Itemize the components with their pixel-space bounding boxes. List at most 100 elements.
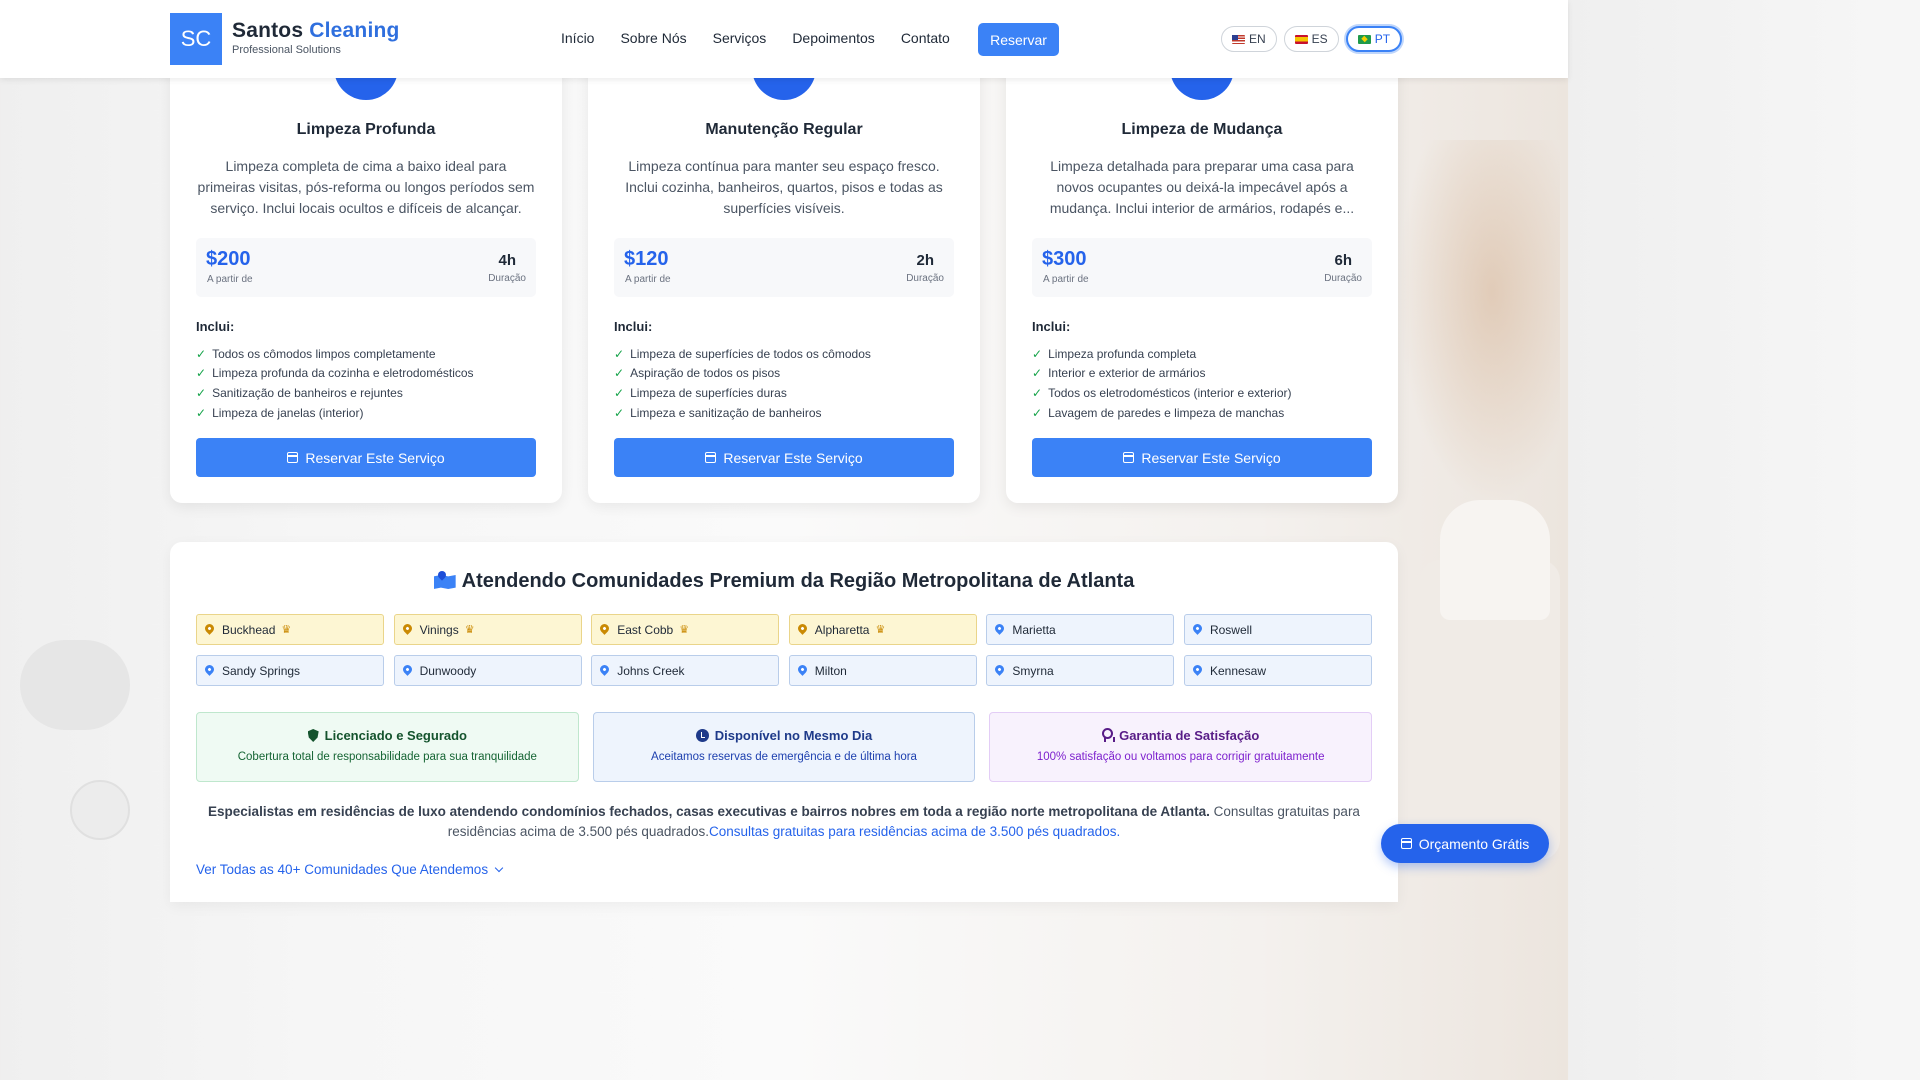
language-switcher: EN ES PT bbox=[1221, 26, 1403, 52]
community-chip[interactable]: Marietta bbox=[986, 614, 1175, 645]
badge-description: 100% satisfação ou voltamos para corrigi… bbox=[1036, 751, 1325, 763]
book-service-button[interactable]: Reservar Este Serviço bbox=[196, 438, 536, 477]
check-icon: ✓ bbox=[196, 366, 207, 381]
check-icon: ✓ bbox=[614, 346, 625, 361]
service-duration: 4h bbox=[498, 252, 516, 269]
book-service-button[interactable]: Reservar Este Serviço bbox=[1032, 438, 1372, 477]
list-item: ✓ Limpeza de superfícies duras bbox=[614, 385, 787, 400]
check-icon: ✓ bbox=[614, 366, 625, 381]
community-chip[interactable]: Milton bbox=[788, 655, 977, 686]
community-chip[interactable]: Alpharetta ♛ bbox=[788, 614, 977, 645]
check-icon: ✓ bbox=[614, 385, 625, 400]
service-title: Manutenção Regular bbox=[705, 121, 863, 138]
lang-en-label: EN bbox=[1249, 32, 1266, 46]
community-chip[interactable]: Dunwoody bbox=[393, 655, 582, 686]
map-pin-icon bbox=[1191, 622, 1204, 635]
map-pin-icon bbox=[598, 622, 612, 635]
includes-title: Inclui: bbox=[1032, 319, 1071, 334]
areas-title: Atendendo Comunidades Premium da Região … bbox=[170, 570, 1398, 593]
list-item: ✓ Sanitização de banheiros e rejuntes bbox=[196, 385, 403, 400]
reserve-button[interactable]: Reservar bbox=[978, 23, 1059, 56]
trust-badges: Licenciado e Segurado Cobertura total de… bbox=[196, 712, 1373, 782]
badge-same-day: Disponível no Mesmo Dia Aceitamos reserv… bbox=[592, 712, 976, 782]
badge-guarantee: Garantia de Satisfação 100% satisfação o… bbox=[989, 712, 1373, 782]
duration-label: Duração bbox=[906, 273, 944, 284]
service-duration: 6h bbox=[1334, 252, 1352, 269]
community-chip[interactable]: Kennesaw bbox=[1183, 655, 1372, 686]
check-icon: ✓ bbox=[196, 385, 207, 400]
nav-contato[interactable]: Contato bbox=[901, 30, 950, 46]
nav-servicos[interactable]: Serviços bbox=[713, 30, 767, 46]
badge-title: Garantia de Satisfação bbox=[1119, 728, 1260, 743]
map-pin-icon bbox=[993, 622, 1007, 635]
check-icon: ✓ bbox=[614, 405, 625, 420]
map-pin-icon bbox=[795, 622, 809, 635]
service-description: Limpeza detalhada para preparar uma casa… bbox=[1049, 158, 1355, 216]
view-all-communities-link[interactable]: Ver Todas as 40+ Comunidades Que Atendem… bbox=[196, 862, 504, 877]
check-icon: ✓ bbox=[1032, 346, 1043, 361]
community-chip[interactable]: Roswell bbox=[1183, 614, 1372, 645]
price-box: $200 A partir de 4h Duração bbox=[196, 238, 536, 297]
crown-icon: ♛ bbox=[464, 624, 475, 636]
map-pin-icon bbox=[203, 622, 216, 635]
list-item: ✓ Limpeza e sanitização de banheiros bbox=[614, 405, 822, 420]
list-item: ✓ Limpeza profunda da cozinha e eletrodom… bbox=[196, 366, 474, 381]
lang-pt-label: PT bbox=[1374, 32, 1391, 46]
check-icon: ✓ bbox=[1032, 366, 1043, 381]
check-icon: ✓ bbox=[1032, 405, 1043, 420]
list-item: ✓ Limpeza profunda completa bbox=[1032, 346, 1197, 361]
crown-icon: ♛ bbox=[679, 624, 690, 636]
price-label: A partir de bbox=[207, 274, 253, 285]
calendar-icon bbox=[287, 452, 299, 463]
service-description: Limpeza completa de cima a baixo ideal p… bbox=[197, 158, 535, 216]
list-item: ✓ Lavagem de paredes e limpeza de manchas bbox=[1032, 405, 1285, 420]
check-icon: ✓ bbox=[196, 346, 207, 361]
calendar-icon bbox=[705, 452, 717, 463]
site-header: SC Santos Cleaning Professional Solution… bbox=[0, 0, 1568, 78]
community-chip[interactable]: East Cobb ♛ bbox=[591, 614, 780, 645]
blurb-link[interactable]: Consultas gratuitas para residências aci… bbox=[709, 824, 1120, 839]
crown-icon: ♛ bbox=[281, 624, 292, 636]
chevron-down-icon bbox=[494, 863, 504, 872]
map-pin-icon bbox=[400, 622, 414, 635]
service-card-deep-clean: Limpeza Profunda Limpeza completa de cim… bbox=[170, 36, 562, 503]
community-chip[interactable]: Sandy Springs bbox=[196, 655, 384, 686]
main-nav: Início Sobre Nós Serviços Depoimentos Co… bbox=[561, 30, 976, 46]
nav-inicio[interactable]: Início bbox=[561, 30, 594, 46]
lang-en-button[interactable]: EN bbox=[1221, 26, 1277, 52]
service-areas-section: Atendendo Comunidades Premium da Região … bbox=[170, 542, 1398, 902]
price-label: A partir de bbox=[625, 274, 671, 285]
lang-pt-button[interactable]: PT bbox=[1345, 26, 1403, 52]
clock-icon bbox=[695, 729, 709, 742]
community-chip[interactable]: Smyrna bbox=[986, 655, 1175, 686]
service-duration: 2h bbox=[916, 252, 934, 269]
map-pin-icon bbox=[203, 663, 216, 676]
map-pin-icon bbox=[400, 663, 414, 676]
logo[interactable]: SC bbox=[170, 13, 222, 65]
nav-sobre-nos[interactable]: Sobre Nós bbox=[620, 30, 686, 46]
book-service-button[interactable]: Reservar Este Serviço bbox=[614, 438, 954, 477]
community-chip[interactable]: Vinings ♛ bbox=[393, 614, 582, 645]
list-item: ✓ Todos os cômodos limpos completamente bbox=[196, 346, 436, 361]
brand[interactable]: Santos Cleaning Professional Solutions bbox=[232, 19, 400, 56]
crown-icon: ♛ bbox=[875, 624, 886, 636]
badge-licensed: Licenciado e Segurado Cobertura total de… bbox=[196, 712, 579, 782]
calendar-icon bbox=[1123, 452, 1135, 463]
nav-depoimentos[interactable]: Depoimentos bbox=[792, 30, 875, 46]
list-item: ✓ Limpeza de superfícies de todos os cômo… bbox=[614, 346, 871, 361]
service-price: $120 bbox=[624, 248, 669, 270]
us-flag-icon bbox=[1232, 34, 1245, 44]
includes-title: Inclui: bbox=[614, 319, 653, 334]
map-pin-icon bbox=[598, 663, 612, 676]
lang-es-button[interactable]: ES bbox=[1283, 26, 1339, 52]
es-flag-icon bbox=[1294, 34, 1308, 44]
community-chip[interactable]: Buckhead ♛ bbox=[196, 614, 384, 645]
price-label: A partir de bbox=[1043, 274, 1089, 285]
includes-list: ✓ Limpeza profunda completa ✓ Interior e e… bbox=[1032, 344, 1292, 422]
free-quote-button[interactable]: Orçamento Grátis bbox=[1381, 824, 1549, 863]
map-icon bbox=[434, 571, 456, 589]
communities-grid: Buckhead ♛ Vinings ♛ East Cobb ♛ Alpharetta… bbox=[196, 614, 1372, 686]
community-chip[interactable]: Johns Creek bbox=[591, 655, 780, 686]
check-icon: ✓ bbox=[1032, 385, 1043, 400]
service-title: Limpeza Profunda bbox=[296, 121, 436, 138]
